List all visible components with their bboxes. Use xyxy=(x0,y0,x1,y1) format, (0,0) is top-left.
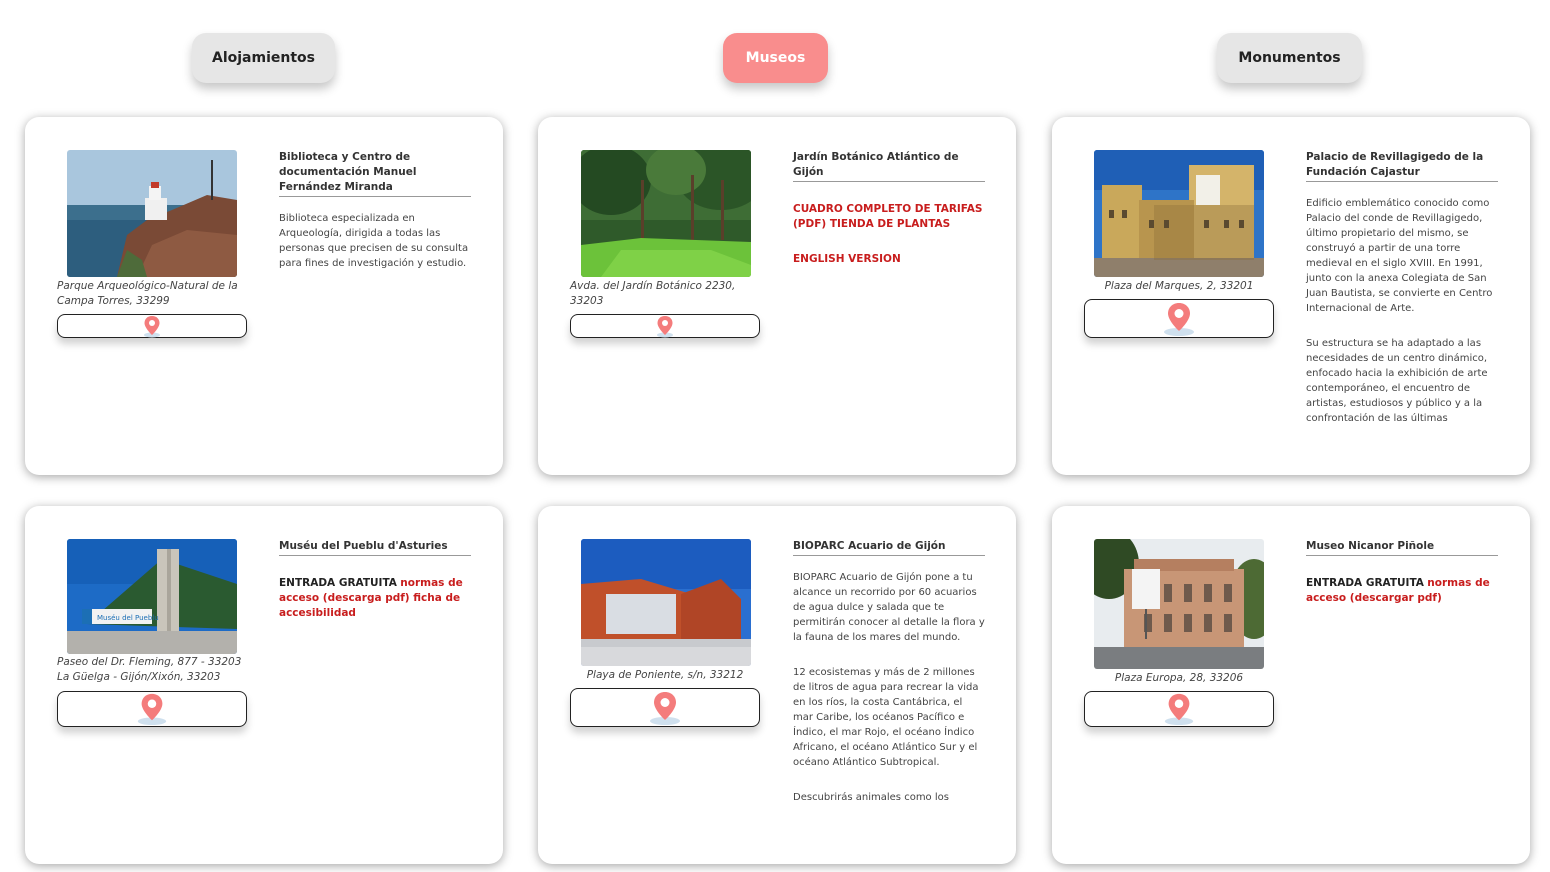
map-pin-icon xyxy=(1164,693,1194,726)
place-description: Biblioteca especializada en Arqueología,… xyxy=(279,211,471,271)
map-location-button[interactable] xyxy=(570,314,760,338)
map-location-button[interactable] xyxy=(1084,691,1274,727)
place-title: Muséu del Pueblu d'Asturies xyxy=(279,539,471,556)
access-info: ENTRADA GRATUITA normas de acceso (desca… xyxy=(279,576,471,621)
place-photo xyxy=(67,150,237,277)
description-paragraph: Descubrirás animales como los xyxy=(793,792,949,803)
place-card: Muséu del Pueblu Paseo del Dr. Fleming, … xyxy=(25,506,503,864)
tab-museos[interactable]: Museos xyxy=(723,33,828,83)
map-pin-icon xyxy=(144,316,160,338)
address-text: Plaza Europa, 28, 33206 xyxy=(1114,672,1244,684)
free-entry-label: ENTRADA GRATUITA xyxy=(279,577,397,589)
place-card: Playa de Poniente, s/n, 33212 BIOPARC Ac… xyxy=(538,506,1016,864)
place-card: Parque Arqueológico-Natural de la Campa … xyxy=(25,117,503,475)
map-location-button[interactable] xyxy=(1084,299,1274,338)
category-tabs: Alojamientos Museos Monumentos xyxy=(0,33,1550,85)
description-paragraph: 12 ecosistemas y más de 2 millones de li… xyxy=(793,667,979,768)
place-title: Jardín Botánico Atlántico de Gijón xyxy=(793,150,985,182)
place-title: BIOPARC Acuario de Gijón xyxy=(793,539,985,556)
description-paragraph: Biblioteca especializada en Arqueología,… xyxy=(279,213,469,269)
place-description: Edificio emblemático conocido como Palac… xyxy=(1306,196,1498,426)
tab-alojamientos[interactable]: Alojamientos xyxy=(192,33,335,83)
description-paragraph: Edificio emblemático conocido como Palac… xyxy=(1306,198,1493,314)
map-location-button[interactable] xyxy=(57,314,247,338)
map-pin-icon xyxy=(1164,302,1194,336)
description-paragraph: BIOPARC Acuario de Gijón pone a tu alcan… xyxy=(793,572,985,643)
address-text: Parque Arqueológico-Natural de la Campa … xyxy=(57,280,238,307)
svg-text:Muséu del Pueblu: Muséu del Pueblu xyxy=(97,614,159,622)
card-info: Palacio de Revillagigedo de la Fundación… xyxy=(1306,150,1498,446)
address-text: Playa de Poniente, s/n, 33212 xyxy=(586,669,744,681)
place-photo xyxy=(581,539,751,666)
place-card: Plaza Europa, 28, 33206 Museo Nicanor Pi… xyxy=(1052,506,1530,864)
address-text: Avda. del Jardín Botánico 2230, 33203 xyxy=(570,280,736,307)
place-title: Palacio de Revillagigedo de la Fundación… xyxy=(1306,150,1498,182)
english-version-link[interactable]: ENGLISH VERSION xyxy=(793,252,985,267)
address-text: Paseo del Dr. Fleming, 877 - 33203 La Gü… xyxy=(57,656,242,683)
access-info: ENTRADA GRATUITA normas de acceso (desca… xyxy=(1306,576,1498,606)
tab-monumentos[interactable]: Monumentos xyxy=(1217,33,1362,83)
map-pin-icon xyxy=(657,316,673,338)
card-info: Jardín Botánico Atlántico de Gijón CUADR… xyxy=(793,150,985,267)
card-info: Muséu del Pueblu d'Asturies ENTRADA GRAT… xyxy=(279,539,471,621)
place-card: Avda. del Jardín Botánico 2230, 33203 Ja… xyxy=(538,117,1016,475)
address-text: Plaza del Marques, 2, 33201 xyxy=(1104,280,1254,292)
free-entry-label: ENTRADA GRATUITA xyxy=(1306,577,1424,589)
place-card: Plaza del Marques, 2, 33201 Palacio de R… xyxy=(1052,117,1530,475)
place-title: Biblioteca y Centro de documentación Man… xyxy=(279,150,471,197)
tarifas-link[interactable]: CUADRO COMPLETO DE TARIFAS (PDF) TIENDA … xyxy=(793,202,985,232)
place-photo xyxy=(1094,539,1264,669)
place-description: BIOPARC Acuario de Gijón pone a tu alcan… xyxy=(793,570,985,805)
map-location-button[interactable] xyxy=(570,688,760,727)
card-info: Museo Nicanor Piñole ENTRADA GRATUITA no… xyxy=(1306,539,1498,606)
place-photo: Muséu del Pueblu xyxy=(67,539,237,654)
description-paragraph: Su estructura se ha adaptado a las neces… xyxy=(1306,338,1488,424)
card-info: Biblioteca y Centro de documentación Man… xyxy=(279,150,471,291)
map-pin-icon xyxy=(650,691,680,725)
place-photo xyxy=(1094,150,1264,277)
place-title: Museo Nicanor Piñole xyxy=(1306,539,1498,556)
map-pin-icon xyxy=(137,693,167,726)
map-location-button[interactable] xyxy=(57,691,247,727)
place-photo xyxy=(581,150,751,277)
card-info: BIOPARC Acuario de Gijón BIOPARC Acuario… xyxy=(793,539,985,825)
